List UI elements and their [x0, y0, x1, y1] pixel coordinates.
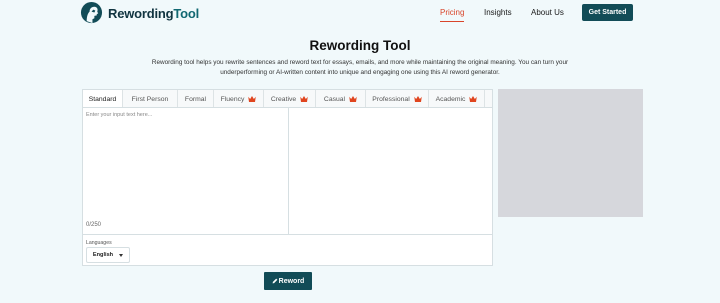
character-counter: 0/250: [86, 222, 102, 228]
tab-standard[interactable]: Standard: [83, 90, 123, 107]
nav-about-us[interactable]: About Us: [531, 8, 564, 17]
languages-label: Languages: [86, 240, 112, 246]
tab-creative[interactable]: Creative: [264, 90, 316, 107]
caret-down-icon: [119, 253, 124, 257]
tab-academic[interactable]: Academic: [429, 90, 485, 107]
reword-button[interactable]: Reword: [264, 272, 312, 290]
output-pane: [289, 108, 492, 235]
brand-name: RewordingTool: [108, 6, 200, 21]
tab-professional[interactable]: Professional: [366, 90, 429, 107]
page-description: Rewording tool helps you rewrite sentenc…: [151, 59, 569, 76]
tab-formal[interactable]: Formal: [178, 90, 214, 107]
nav-pricing[interactable]: Pricing: [440, 8, 464, 17]
crown-icon: [413, 96, 422, 102]
input-pane: 0/250: [83, 108, 289, 235]
head-silhouette-icon: [80, 2, 103, 24]
pencil-icon: [272, 278, 278, 284]
page-title: Rewording Tool: [309, 38, 411, 53]
editor-card: Standard First Person Formal Fluency Cre…: [82, 89, 493, 266]
tab-first-person[interactable]: First Person: [123, 90, 178, 107]
top-header: RewordingTool Pricing Insights About Us …: [0, 0, 720, 28]
crown-icon: [300, 96, 308, 102]
tab-casual[interactable]: Casual: [316, 90, 366, 107]
language-select[interactable]: English: [86, 247, 130, 263]
mode-tabs: Standard First Person Formal Fluency Cre…: [83, 90, 492, 108]
crown-icon: [248, 96, 257, 102]
input-textarea[interactable]: [86, 112, 284, 212]
tab-overflow[interactable]: [485, 90, 492, 107]
ad-placeholder: [498, 89, 643, 217]
tab-fluency[interactable]: Fluency: [214, 90, 264, 107]
get-started-button[interactable]: Get Started: [582, 4, 633, 21]
brand-logo[interactable]: RewordingTool: [80, 2, 199, 25]
nav-insights[interactable]: Insights: [484, 8, 512, 17]
nav-active-underline: [440, 21, 464, 22]
crown-icon: [349, 96, 357, 102]
crown-icon: [469, 96, 478, 102]
